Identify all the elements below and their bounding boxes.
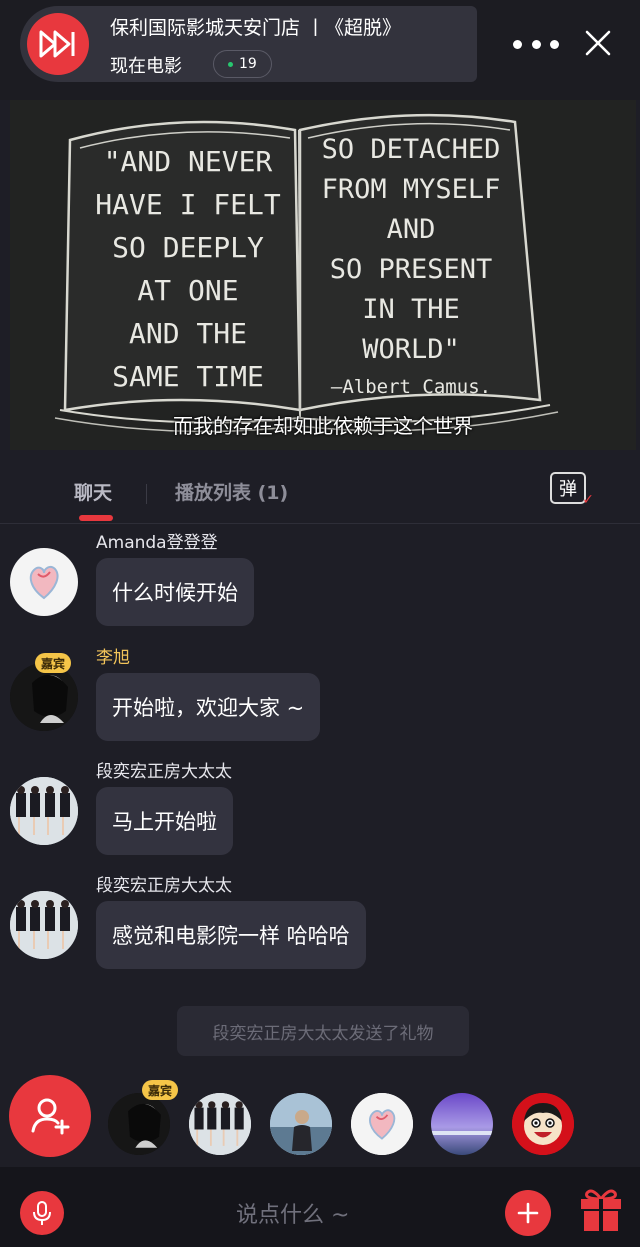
avatar-cartoon-boy-icon bbox=[512, 1093, 574, 1155]
chat-bubble: 开始啦，欢迎大家 ~ bbox=[96, 673, 321, 741]
guest-badge: 嘉宾 bbox=[142, 1080, 179, 1100]
chalk-line: SO DETACHED bbox=[321, 134, 501, 165]
active-tab-indicator bbox=[79, 515, 113, 521]
viewer-count-badge[interactable]: 19 bbox=[213, 50, 272, 78]
audience-avatar[interactable] bbox=[431, 1093, 493, 1155]
chalk-line: HAVE I FELT bbox=[95, 188, 281, 221]
chat-bubble: 什么时候开始 bbox=[96, 558, 254, 626]
tab-chat[interactable]: 聊天 bbox=[74, 478, 112, 505]
room-subtitle: 现在电影 bbox=[110, 56, 182, 77]
chat-message: Amanda登登登 什么时候开始 bbox=[0, 528, 640, 638]
avatar[interactable] bbox=[10, 548, 78, 616]
gift-button[interactable] bbox=[578, 1185, 624, 1233]
chat-message: 段奕宏正房大太太 马上开始啦 bbox=[0, 757, 640, 867]
microphone-icon bbox=[33, 1201, 51, 1225]
avatar[interactable] bbox=[10, 777, 78, 845]
chat-bubble: 马上开始啦 bbox=[96, 787, 233, 855]
viewer-count: 19 bbox=[239, 56, 257, 72]
chalk-line: AND THE bbox=[128, 317, 247, 350]
sender-name: 段奕宏正房大太太 bbox=[96, 876, 232, 896]
dot-icon bbox=[550, 39, 559, 49]
chalk-line: SO DEEPLY bbox=[112, 231, 264, 264]
check-icon: ✓ bbox=[582, 492, 594, 508]
audience-avatar[interactable] bbox=[351, 1093, 413, 1155]
sender-name: 段奕宏正房大太太 bbox=[96, 762, 232, 782]
avatar-heart-icon bbox=[351, 1093, 413, 1155]
chat-message: 嘉宾 李旭 开始啦，欢迎大家 ~ bbox=[0, 643, 640, 753]
chalk-line: "AND NEVER bbox=[103, 145, 273, 178]
chalk-line: SO PRESENT bbox=[329, 254, 493, 285]
video-subtitle: 而我的存在却如此依赖于这个世界 bbox=[173, 414, 473, 438]
sender-name: Amanda登登登 bbox=[96, 533, 218, 553]
audience-avatar[interactable] bbox=[108, 1093, 170, 1155]
avatar[interactable] bbox=[10, 891, 78, 959]
close-button[interactable] bbox=[583, 28, 613, 58]
avatar-group-photo-icon bbox=[189, 1093, 251, 1155]
audience-avatar[interactable] bbox=[189, 1093, 251, 1155]
chalk-line: IN THE bbox=[362, 294, 460, 325]
bottom-input-bar: 说点什么 ~ bbox=[0, 1167, 640, 1247]
gift-icon bbox=[581, 1189, 621, 1231]
room-info-bar[interactable]: 保利国际影城天安门店 丨《超脱》 现在电影 19 bbox=[20, 6, 477, 82]
avatar-heart-icon bbox=[29, 565, 59, 600]
close-icon bbox=[585, 30, 611, 56]
add-user-icon bbox=[31, 1098, 70, 1135]
avatar-group-photo-icon bbox=[10, 777, 78, 845]
chat-input[interactable]: 说点什么 ~ bbox=[236, 1197, 349, 1229]
danmaku-toggle-button[interactable]: 弹 ✓ bbox=[550, 472, 594, 508]
danmaku-label: 弹 bbox=[559, 479, 577, 500]
avatar-silhouette-icon bbox=[10, 663, 78, 731]
chalk-line: SAME TIME bbox=[112, 360, 264, 393]
top-header: 保利国际影城天安门店 丨《超脱》 现在电影 19 bbox=[0, 0, 640, 100]
chalk-line: WORLD" bbox=[362, 334, 460, 365]
avatar-sky-photo-icon bbox=[431, 1093, 493, 1155]
chalk-quote-left: "AND NEVER HAVE I FELT SO DEEPLY AT ONE … bbox=[88, 140, 288, 398]
chalk-line: FROM MYSELF bbox=[321, 174, 501, 205]
tab-divider bbox=[146, 484, 147, 504]
system-gift-notice: 段奕宏正房大太太发送了礼物 bbox=[177, 1006, 469, 1056]
dot-icon bbox=[513, 39, 522, 49]
audience-avatar[interactable] bbox=[270, 1093, 332, 1155]
invite-user-button[interactable] bbox=[9, 1075, 91, 1157]
chat-message: 段奕宏正房大太太 感觉和电影院一样 哈哈哈 bbox=[0, 871, 640, 981]
sender-name: 李旭 bbox=[96, 648, 130, 668]
audience-avatar[interactable] bbox=[512, 1093, 574, 1155]
guest-badge: 嘉宾 bbox=[35, 653, 72, 673]
avatar[interactable] bbox=[10, 663, 78, 731]
chat-bubble: 感觉和电影院一样 哈哈哈 bbox=[96, 901, 366, 969]
online-dot-icon bbox=[228, 61, 233, 67]
more-options-button[interactable] bbox=[513, 30, 559, 58]
dot-icon bbox=[531, 39, 541, 49]
chalk-line: AND bbox=[386, 214, 436, 245]
more-actions-button[interactable] bbox=[505, 1190, 551, 1236]
voice-button[interactable] bbox=[20, 1191, 64, 1235]
tab-playlist[interactable]: 播放列表 (1) bbox=[175, 478, 288, 505]
chalk-line: AT ONE bbox=[137, 274, 239, 307]
avatar-silhouette-icon bbox=[108, 1093, 170, 1155]
avatar-group-photo-icon bbox=[10, 891, 78, 959]
tab-bar: 聊天 播放列表 (1) 弹 ✓ bbox=[0, 460, 640, 524]
avatar-person-photo-icon bbox=[270, 1093, 332, 1155]
room-title: 保利国际影城天安门店 丨《超脱》 bbox=[110, 17, 402, 39]
chalk-signature: —Albert Camus. bbox=[330, 376, 492, 398]
chalk-quote-right: SO DETACHED FROM MYSELF AND SO PRESENT I… bbox=[308, 130, 514, 404]
cinema-logo-icon bbox=[27, 13, 89, 75]
video-player[interactable]: "AND NEVER HAVE I FELT SO DEEPLY AT ONE … bbox=[10, 100, 636, 450]
plus-icon bbox=[517, 1202, 539, 1224]
